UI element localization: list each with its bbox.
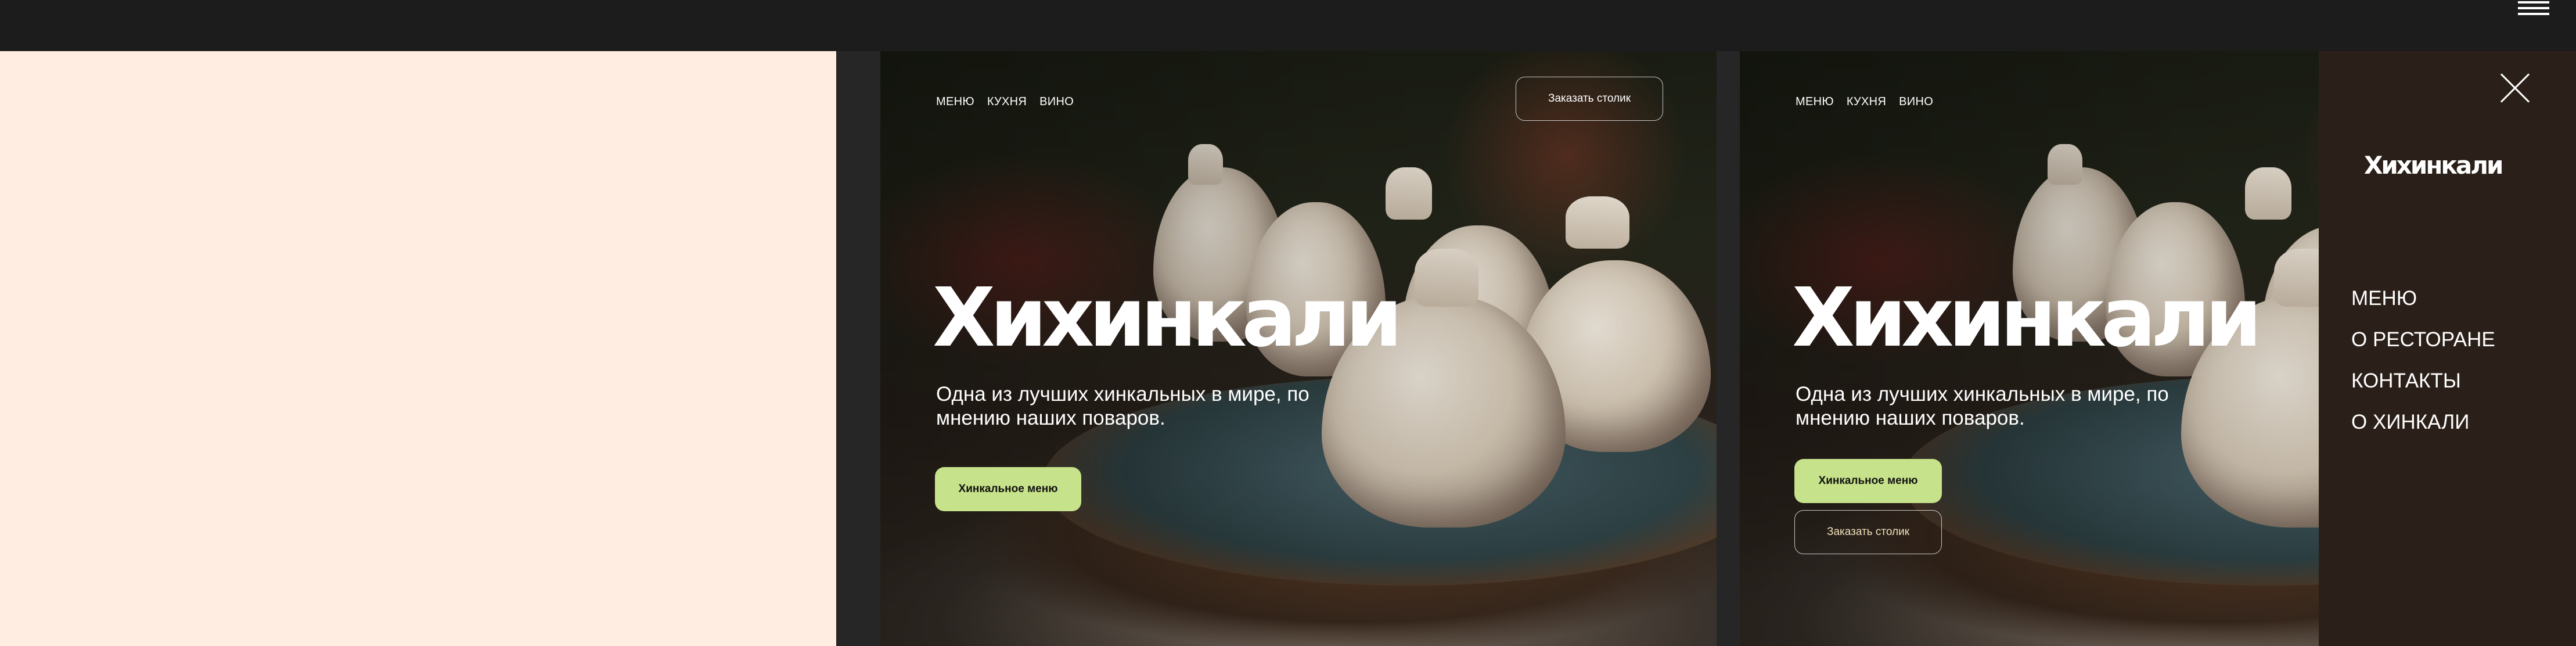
side-menu-panel: Хихинкали МЕНЮ О РЕСТОРАНЕ КОНТАКТЫ О ХИ… (2319, 51, 2576, 646)
hamburger-menu-icon[interactable] (2518, 0, 2549, 16)
hero-title: Хихинкали (1792, 271, 2262, 365)
side-menu-item-menu[interactable]: МЕНЮ (2351, 278, 2495, 319)
side-menu-item-about-khinkali[interactable]: О ХИНКАЛИ (2351, 401, 2495, 443)
nav-item-wine[interactable]: ВИНО (1899, 95, 1933, 109)
nav-item-menu[interactable]: МЕНЮ (1796, 95, 1834, 109)
side-menu-item-contacts[interactable]: КОНТАКТЫ (2351, 360, 2495, 401)
side-menu-logo: Хихинкали (2364, 151, 2503, 180)
reserve-table-button[interactable]: Заказать столик (1516, 77, 1663, 121)
top-toolbar (0, 0, 2576, 51)
side-menu-item-about[interactable]: О РЕСТОРАНЕ (2351, 319, 2495, 360)
hero-title: Хихинкали (933, 271, 1402, 365)
hero-subtitle: Одна из лучших хинкальных в мире, по мне… (936, 383, 1309, 429)
design-canvas: МЕНЮ КУХНЯ ВИНО Заказать столик Хихинкал… (0, 51, 2576, 646)
close-icon[interactable] (2499, 72, 2531, 105)
main-nav: МЕНЮ КУХНЯ ВИНО (936, 95, 1074, 109)
main-nav: МЕНЮ КУХНЯ ВИНО (1796, 95, 1933, 109)
peach-artboard (0, 51, 836, 646)
hero-frame-desktop: МЕНЮ КУХНЯ ВИНО Заказать столик Хихинкал… (880, 51, 1717, 646)
reserve-table-button[interactable]: Заказать столик (1794, 510, 1942, 554)
side-menu-links: МЕНЮ О РЕСТОРАНЕ КОНТАКТЫ О ХИНКАЛИ (2351, 278, 2495, 443)
nav-item-menu[interactable]: МЕНЮ (936, 95, 974, 109)
hero-subtitle: Одна из лучших хинкальных в мире, по мне… (1796, 383, 2169, 429)
khinkali-menu-button[interactable]: Хинкальное меню (1794, 459, 1942, 503)
nav-item-wine[interactable]: ВИНО (1039, 95, 1074, 109)
khinkali-menu-button[interactable]: Хинкальное меню (935, 467, 1081, 511)
nav-item-kitchen[interactable]: КУХНЯ (987, 95, 1027, 109)
nav-item-kitchen[interactable]: КУХНЯ (1847, 95, 1886, 109)
